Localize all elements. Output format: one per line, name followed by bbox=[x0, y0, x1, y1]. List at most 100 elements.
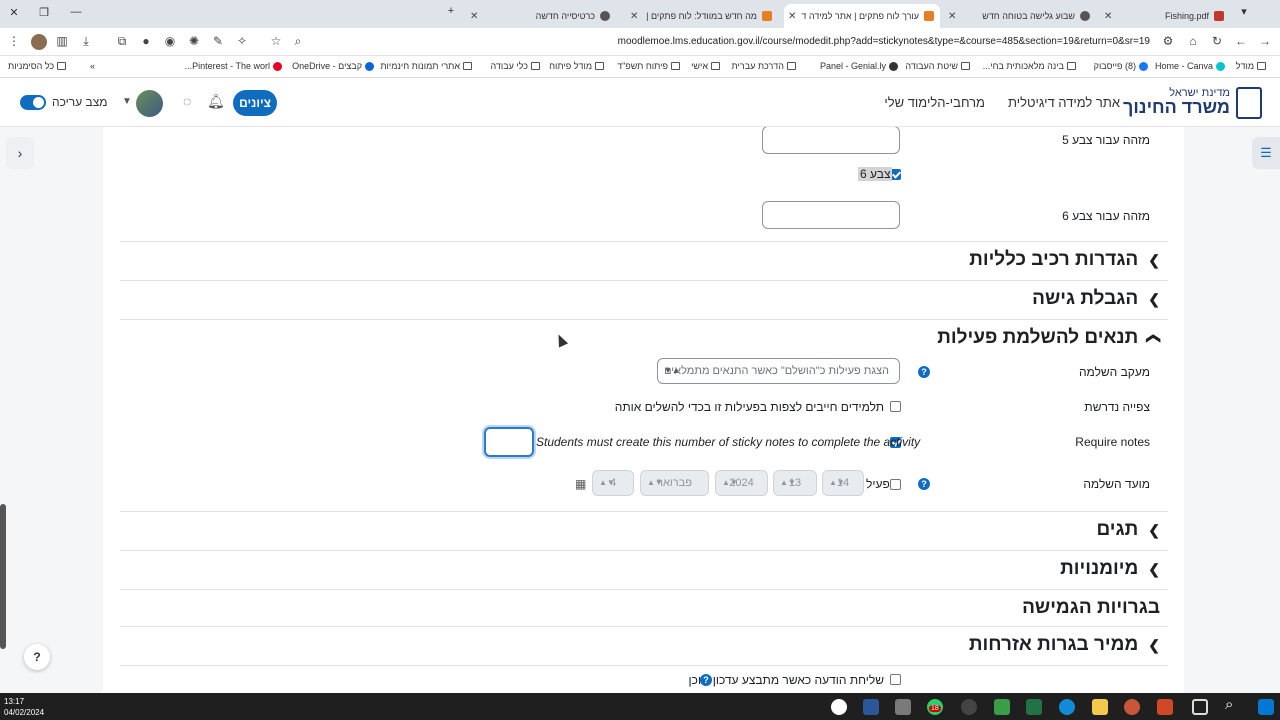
close-tab-icon[interactable]: ✕ bbox=[788, 11, 796, 22]
new-tab-icon[interactable]: + bbox=[443, 5, 459, 17]
minute-select[interactable]: 14 ▲▼ bbox=[822, 470, 864, 496]
restore-window-icon[interactable]: ❐ bbox=[36, 6, 52, 19]
zoom-icon[interactable]: ⌕ bbox=[290, 34, 306, 49]
notify-content-change-checkbox[interactable] bbox=[890, 674, 901, 685]
start-icon[interactable] bbox=[1258, 699, 1274, 715]
edit-mode-toggle[interactable] bbox=[20, 95, 46, 110]
month-select[interactable]: פברואר ▲▼ bbox=[640, 470, 709, 496]
grades-button[interactable]: ציונים bbox=[233, 90, 277, 116]
close-tab-icon[interactable]: ✕ bbox=[630, 11, 638, 22]
file-explorer-icon[interactable] bbox=[1092, 699, 1108, 715]
bookmark-link[interactable]: Home - Canva bbox=[1155, 61, 1225, 71]
ministry-title[interactable]: משרד החינוך bbox=[1123, 97, 1230, 118]
minimize-window-icon[interactable]: — bbox=[68, 6, 84, 18]
tab-safe-browsing[interactable]: שבוע גלישה בטוחה חדש ✕ bbox=[944, 4, 1096, 28]
extension-icon[interactable]: ✺ bbox=[186, 34, 202, 48]
extensions-icon[interactable]: ⧉ bbox=[114, 34, 130, 49]
close-tab-icon[interactable]: ✕ bbox=[470, 11, 478, 22]
bookmark-link[interactable]: Panel - Genial.ly bbox=[820, 61, 898, 71]
extension-icon[interactable]: ◉ bbox=[162, 34, 178, 48]
back-icon[interactable]: → bbox=[1257, 34, 1273, 48]
bookmark-link[interactable]: קבצים - OneDrive bbox=[292, 61, 374, 71]
help-icon[interactable]: ? bbox=[700, 674, 712, 686]
course-index-button[interactable]: ☰ bbox=[1252, 137, 1280, 169]
profile-icon[interactable] bbox=[31, 34, 47, 50]
messages-icon[interactable]: ◌ bbox=[183, 93, 191, 109]
app-icon[interactable] bbox=[961, 699, 977, 715]
media-player-icon[interactable] bbox=[831, 699, 847, 715]
edge-icon[interactable] bbox=[1059, 699, 1075, 715]
bookmark-folder[interactable]: אתרי תמונות חינמיות bbox=[380, 61, 472, 71]
bookmark-star-icon[interactable]: ☆ bbox=[268, 34, 284, 48]
help-icon[interactable]: ? bbox=[918, 478, 930, 490]
pen-icon[interactable]: ✎ bbox=[210, 34, 226, 48]
tab-whats-new[interactable]: מה חדש במוודל: לוח פתקים | ✕ bbox=[626, 4, 778, 28]
close-window-icon[interactable]: ✕ bbox=[6, 6, 22, 19]
tab-sticky-notes-editor[interactable]: עורך לוח פתקים | אתר למידה ד ✕ bbox=[784, 4, 940, 28]
completion-date-enable-checkbox[interactable] bbox=[890, 479, 901, 490]
nav-my-courses[interactable]: מרחבי-הלימוד שלי bbox=[884, 95, 985, 110]
reload-icon[interactable]: ↻ bbox=[1209, 34, 1225, 48]
section-tags[interactable]: ❯ תגים bbox=[1096, 519, 1160, 541]
app-icon[interactable] bbox=[994, 699, 1010, 715]
sidebar-icon[interactable]: ▥ bbox=[54, 34, 70, 48]
tab-new-tab[interactable]: כרטיסייה חדשה ✕ bbox=[466, 4, 616, 28]
excel-icon[interactable] bbox=[1026, 699, 1042, 715]
require-notes-count-input[interactable] bbox=[484, 427, 534, 457]
bookmark-link[interactable]: Pinterest - The worl... bbox=[185, 61, 282, 71]
scrollbar[interactable] bbox=[0, 504, 6, 649]
close-tab-icon[interactable]: ✕ bbox=[948, 11, 956, 22]
color6-id-input[interactable] bbox=[762, 201, 900, 229]
home-icon[interactable]: ⌂ bbox=[1185, 34, 1201, 48]
bookmark-folder[interactable]: מודל bbox=[1236, 61, 1266, 71]
bookmark-folder[interactable]: פיתוח תשפ"ד bbox=[617, 61, 680, 71]
chevron-down-icon[interactable]: ▼ bbox=[122, 96, 132, 107]
site-settings-icon[interactable]: ⚙ bbox=[1160, 34, 1176, 48]
task-view-icon[interactable] bbox=[1192, 699, 1208, 715]
help-icon[interactable]: ? bbox=[918, 366, 930, 378]
tab-fishing[interactable]: Fishing.pdf ✕ bbox=[1100, 4, 1230, 28]
hour-select[interactable]: 13 ▲▼ bbox=[773, 470, 817, 496]
bookmark-folder[interactable]: אישי bbox=[691, 61, 720, 71]
extension-icon[interactable]: ● bbox=[138, 34, 154, 48]
section-restrict-access[interactable]: ❯ הגבלת גישה bbox=[1032, 288, 1160, 310]
completion-tracking-select[interactable]: הצגת פעילות כ"הושלם" כאשר התנאים מתמלאים… bbox=[657, 358, 900, 384]
bookmark-folder[interactable]: הדרכת עברית bbox=[732, 61, 796, 71]
help-button[interactable]: ? bbox=[24, 644, 50, 670]
require-view-checkbox[interactable] bbox=[890, 401, 901, 412]
day-select[interactable]: 4 ▲▼ bbox=[592, 470, 634, 496]
color5-id-input[interactable] bbox=[762, 127, 900, 154]
bookmark-folder[interactable]: שיטת העבודה bbox=[905, 61, 970, 71]
download-icon[interactable]: ⤓ bbox=[78, 34, 94, 49]
section-activity-completion[interactable]: ❯ תנאים להשלמת פעילות bbox=[937, 327, 1162, 349]
extension-icon[interactable]: ✧ bbox=[234, 34, 250, 48]
app-icon[interactable] bbox=[895, 699, 911, 715]
calendar-icon[interactable]: ▦ bbox=[575, 477, 586, 491]
more-bookmarks-icon[interactable]: » bbox=[90, 61, 95, 71]
word-icon[interactable] bbox=[863, 699, 879, 715]
forward-icon[interactable]: ← bbox=[1233, 34, 1249, 48]
bookmark-link[interactable]: (8) פייסבוק bbox=[1094, 61, 1148, 71]
user-avatar[interactable] bbox=[136, 90, 163, 117]
ministry-emblem-icon[interactable] bbox=[1236, 87, 1262, 119]
all-bookmarks[interactable]: כל הסימניות bbox=[8, 61, 67, 71]
nav-digital-site[interactable]: אתר למידה דיגיטלית bbox=[1008, 95, 1120, 110]
menu-icon[interactable]: ⋮ bbox=[6, 34, 22, 48]
year-select[interactable]: 2024 ▲▼ bbox=[715, 470, 768, 496]
section-competencies[interactable]: ❯ מיומנויות bbox=[1060, 558, 1160, 580]
section-general-settings[interactable]: ❯ הגדרות רכיב כלליות bbox=[969, 249, 1160, 271]
chrome-icon[interactable] bbox=[1124, 699, 1140, 715]
system-clock[interactable]: 13:17 04/02/2024 bbox=[4, 696, 44, 718]
powerpoint-icon[interactable] bbox=[1157, 699, 1173, 715]
notifications-bell-icon[interactable]: 🔔︎ bbox=[207, 93, 225, 110]
section-civics-converter[interactable]: ❯ ממיר בגרות אזרחות bbox=[969, 634, 1160, 656]
bookmark-folder[interactable]: כלי עבודה bbox=[490, 61, 540, 71]
tab-search-icon[interactable]: ▾ bbox=[1236, 5, 1252, 18]
select-arrows-icon: ▲▼ bbox=[829, 478, 845, 487]
url-field[interactable]: moodlemoe.lms.education.gov.il/course/mo… bbox=[618, 36, 1150, 47]
bookmark-folder[interactable]: בינה מלאכותית בחי... bbox=[983, 61, 1076, 71]
bookmark-folder[interactable]: מודל פיתוח bbox=[549, 61, 604, 71]
open-left-drawer-button[interactable]: › bbox=[6, 137, 34, 169]
search-icon[interactable]: ⌕ bbox=[1225, 696, 1233, 713]
close-tab-icon[interactable]: ✕ bbox=[1104, 11, 1112, 22]
